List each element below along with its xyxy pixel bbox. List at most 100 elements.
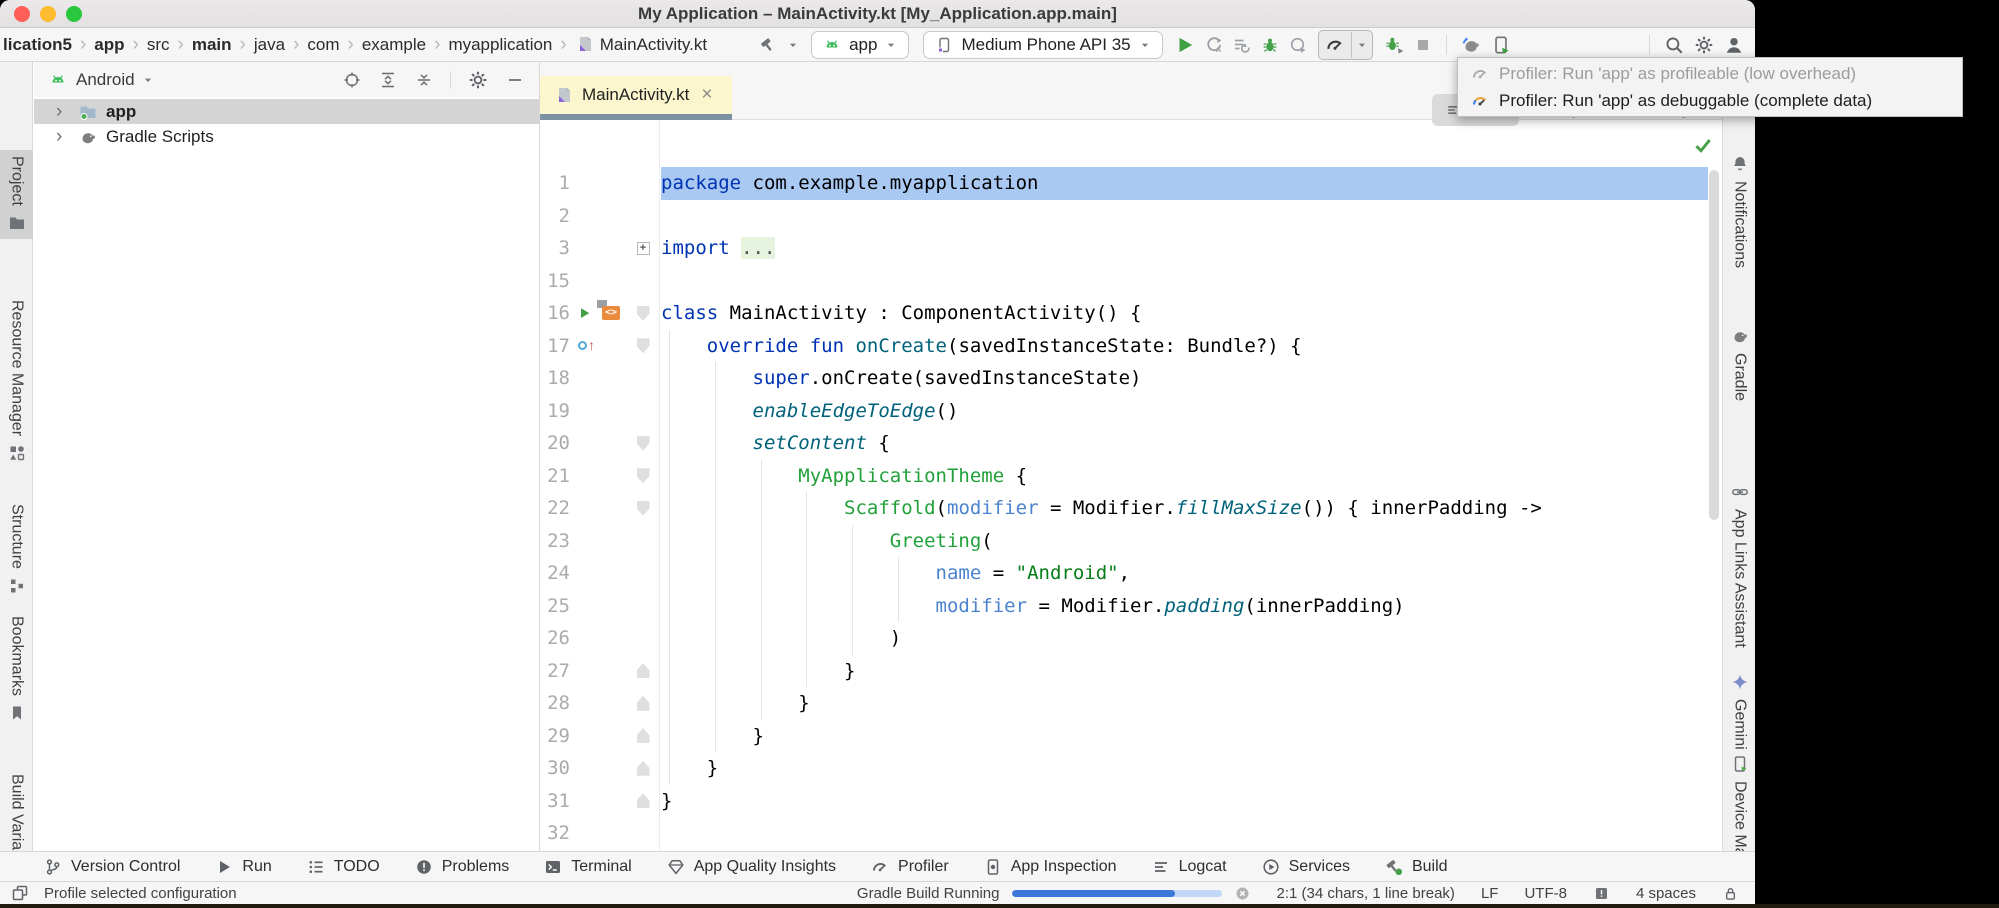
breadcrumb-item[interactable]: main (191, 35, 233, 55)
tool-window-button-services[interactable]: Services (1244, 852, 1367, 881)
project-view-selector[interactable]: Android (76, 70, 135, 90)
code-line[interactable]: } (661, 785, 1722, 818)
profiler-dropdown-chevron[interactable] (1352, 36, 1372, 54)
override-gutter-icon[interactable]: ↑ (578, 337, 595, 355)
lock-icon[interactable] (1722, 885, 1739, 902)
tool-window-tab-project[interactable]: Project (0, 150, 33, 239)
tree-item-app[interactable]: › app (34, 99, 539, 124)
device-selector[interactable]: Medium Phone API 35 (923, 31, 1162, 59)
breadcrumb-item[interactable]: MainActivity.kt (574, 34, 708, 55)
run-configuration-selector[interactable]: app (811, 31, 909, 59)
line-separator[interactable]: LF (1481, 885, 1499, 902)
play-circle-button[interactable] (1284, 32, 1312, 58)
run-button[interactable] (1170, 31, 1200, 59)
inspections-ok-icon[interactable] (1692, 134, 1714, 156)
tool-window-tab-resource-manager[interactable]: Resource Manager (0, 294, 33, 469)
breadcrumb-item[interactable]: myapplication (447, 35, 553, 55)
breadcrumb-item[interactable]: src (146, 35, 171, 55)
code-view[interactable]: package com.example.myapplication import … (661, 120, 1722, 851)
project-options-button[interactable] (467, 69, 489, 91)
code-line[interactable]: class MainActivity : ComponentActivity()… (661, 297, 1722, 330)
cancel-build-icon[interactable] (1234, 885, 1251, 902)
tool-window-button-todo[interactable]: TODO (289, 852, 397, 881)
code-line[interactable]: enableEdgeToEdge() (661, 395, 1722, 428)
menu-item-profile-low-overhead[interactable]: Profiler: Run 'app' as profileable (low … (1458, 60, 1962, 87)
breadcrumb-item[interactable]: lication5 (2, 35, 73, 55)
fold-marker-icon[interactable] (637, 728, 650, 743)
fold-marker-icon[interactable] (637, 468, 650, 483)
tool-window-button-run[interactable]: Run (197, 852, 288, 881)
tool-window-button-profiler[interactable]: Profiler (853, 852, 966, 881)
code-line[interactable]: override fun onCreate(savedInstanceState… (661, 330, 1722, 363)
caret-position[interactable]: 2:1 (34 chars, 1 line break) (1277, 885, 1455, 902)
code-line[interactable]: } (661, 687, 1722, 720)
search-everywhere-button[interactable] (1659, 31, 1689, 59)
gradle-sync-button[interactable] (1456, 31, 1486, 59)
breadcrumb-item[interactable]: app (93, 35, 125, 55)
hide-panel-button[interactable] (505, 70, 525, 90)
indicator-icon[interactable] (1593, 885, 1610, 902)
tool-window-tab-structure[interactable]: Structure (0, 498, 33, 602)
run-gutter-icon[interactable] (578, 306, 593, 321)
tool-window-button-version-control[interactable]: Version Control (26, 852, 197, 881)
tool-window-tab-gradle[interactable]: Gradle (1723, 320, 1755, 407)
expand-chevron-icon[interactable]: › (56, 101, 78, 123)
code-line[interactable]: Scaffold(modifier = Modifier.fillMaxSize… (661, 492, 1722, 525)
code-line[interactable]: MyApplicationTheme { (661, 460, 1722, 493)
settings-button[interactable] (1689, 31, 1719, 59)
code-line[interactable] (661, 265, 1722, 298)
apply-code-changes-button[interactable] (1228, 32, 1256, 58)
code-line[interactable]: modifier = Modifier.padding(innerPadding… (661, 590, 1722, 623)
tool-window-button-problems[interactable]: Problems (397, 852, 527, 881)
tool-window-switcher-icon[interactable] (10, 883, 30, 903)
stop-button[interactable] (1409, 32, 1437, 58)
code-line[interactable] (661, 200, 1722, 233)
code-line[interactable]: super.onCreate(savedInstanceState) (661, 362, 1722, 395)
running-devices-button[interactable] (1486, 31, 1516, 59)
tool-window-button-app-quality-insights[interactable]: App Quality Insights (649, 852, 853, 881)
profiler-button[interactable] (1319, 32, 1352, 58)
code-line[interactable]: import ... (661, 232, 1722, 265)
tool-window-button-app-inspection[interactable]: App Inspection (966, 852, 1134, 881)
code-line[interactable]: setContent { (661, 427, 1722, 460)
code-line[interactable]: Greeting( (661, 525, 1722, 558)
fold-marker-icon[interactable] (637, 338, 650, 353)
breadcrumb-item[interactable]: java (253, 35, 286, 55)
code-line[interactable]: } (661, 720, 1722, 753)
fold-marker-icon[interactable] (637, 501, 650, 516)
tree-item-gradle-scripts[interactable]: › Gradle Scripts (34, 124, 539, 149)
tool-window-tab-gemini[interactable]: Gemini (1723, 666, 1755, 756)
tool-window-tab-bookmarks[interactable]: Bookmarks (0, 610, 33, 729)
code-line[interactable]: } (661, 655, 1722, 688)
tool-window-button-logcat[interactable]: Logcat (1134, 852, 1244, 881)
tool-window-tab-notifications[interactable]: Notifications (1723, 148, 1755, 274)
fold-marker-icon[interactable] (637, 761, 650, 776)
debug-button[interactable] (1256, 32, 1284, 58)
breadcrumb-item[interactable]: example (361, 35, 427, 55)
expand-chevron-icon[interactable]: › (56, 126, 78, 148)
build-options-chevron[interactable] (782, 35, 804, 55)
fold-marker-icon[interactable] (637, 663, 650, 678)
close-tab-icon[interactable]: × (701, 84, 712, 106)
menu-item-profile-debuggable[interactable]: Profiler: Run 'app' as debuggable (compl… (1458, 87, 1962, 114)
editor-tab-mainactivity[interactable]: MainActivity.kt × (540, 76, 732, 114)
select-opened-file-button[interactable] (342, 70, 362, 90)
project-view-chevron-icon[interactable] (141, 73, 155, 87)
collapse-all-button[interactable] (414, 70, 434, 90)
fold-marker-icon[interactable] (637, 696, 650, 711)
file-encoding[interactable]: UTF-8 (1524, 885, 1567, 902)
expand-all-button[interactable] (378, 70, 398, 90)
fold-marker-icon[interactable] (637, 793, 650, 808)
fold-marker-icon[interactable] (637, 306, 650, 321)
tool-window-tab-app-links-assistant[interactable]: App Links Assistant (1723, 476, 1755, 654)
code-line[interactable]: package com.example.myapplication (661, 167, 1722, 200)
profiler-split-button[interactable] (1318, 30, 1373, 60)
fold-marker-icon[interactable] (637, 436, 650, 451)
code-line[interactable]: name = "Android", (661, 557, 1722, 590)
apply-changes-button[interactable]: A (1200, 32, 1228, 58)
code-line[interactable]: ) (661, 622, 1722, 655)
build-hammer-button[interactable] (754, 32, 782, 58)
code-line[interactable] (661, 817, 1722, 850)
profile-avatar-button[interactable] (1719, 31, 1749, 59)
compose-gutter-icon[interactable]: <> (596, 300, 621, 326)
